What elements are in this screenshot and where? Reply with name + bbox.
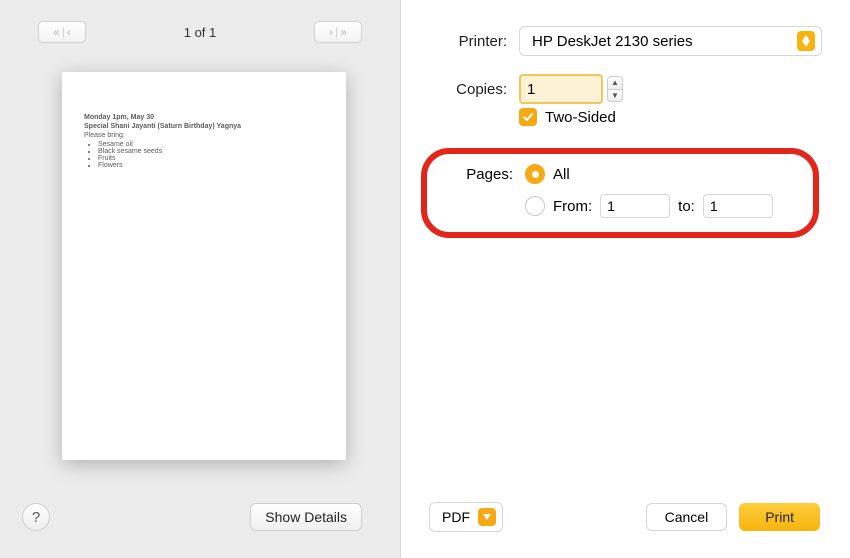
printer-label: Printer:	[429, 33, 507, 50]
preview-list-item: Black sesame seeds	[98, 148, 324, 155]
stepper-up-icon[interactable]: ▲	[607, 76, 623, 90]
preview-list-item: Flowers	[98, 162, 324, 169]
page-preview: Monday 1pm, May 30 Special Shani Jayanti…	[62, 72, 346, 460]
print-dialog: « | ‹ 1 of 1 › | » Monday 1pm, May 30 Sp…	[0, 0, 850, 558]
two-sided-label: Two-Sided	[545, 109, 616, 126]
show-details-button[interactable]: Show Details	[250, 503, 362, 531]
next-page-button[interactable]: › | »	[314, 21, 362, 43]
preview-list: Sesame oil Black sesame seeds Fruits Flo…	[98, 141, 324, 169]
prev-page-button[interactable]: « | ‹	[38, 21, 86, 43]
printer-select[interactable]: HP DeskJet 2130 series	[519, 26, 822, 56]
pages-options: All From: to:	[525, 164, 773, 218]
copies-stepper[interactable]: ▲ ▼	[607, 76, 623, 102]
preview-line-3: Please bring:	[84, 132, 324, 139]
options-pane: Printer: HP DeskJet 2130 series Copies: …	[400, 0, 850, 558]
pages-label: Pages:	[435, 164, 513, 183]
preview-nav: « | ‹ 1 of 1 › | »	[0, 0, 400, 48]
stepper-down-icon[interactable]: ▼	[607, 90, 623, 103]
pages-all-row: All	[525, 164, 773, 184]
two-sided-checkbox[interactable]	[519, 108, 537, 126]
printer-row: Printer: HP DeskJet 2130 series	[429, 26, 822, 56]
page-indicator: 1 of 1	[184, 25, 217, 40]
pages-all-radio[interactable]	[525, 164, 545, 184]
pages-range-row: From: to:	[525, 194, 773, 218]
preview-line-2: Special Shani Jayanti (Saturn Birthday) …	[84, 123, 324, 130]
preview-line-1: Monday 1pm, May 30	[84, 114, 324, 121]
chevron-right-icon: ›	[329, 26, 333, 38]
options-footer: PDF Cancel Print	[401, 494, 850, 558]
copies-input[interactable]	[519, 74, 603, 104]
pages-to-input[interactable]	[703, 194, 773, 218]
pages-from-label: From:	[553, 198, 592, 215]
pages-all-label: All	[553, 166, 570, 183]
preview-list-item: Sesame oil	[98, 141, 324, 148]
select-arrows-icon	[797, 31, 815, 51]
preview-list-item: Fruits	[98, 155, 324, 162]
check-icon	[522, 111, 534, 123]
cancel-label: Cancel	[665, 509, 709, 525]
cancel-button[interactable]: Cancel	[646, 503, 728, 531]
pdf-menu-button[interactable]: PDF	[429, 502, 503, 532]
pages-from-input[interactable]	[600, 194, 670, 218]
printer-value: HP DeskJet 2130 series	[532, 33, 693, 50]
chevron-left-icon: ‹	[67, 26, 71, 38]
copies-label: Copies:	[429, 81, 507, 98]
print-button[interactable]: Print	[739, 503, 820, 531]
help-icon: ?	[32, 509, 40, 526]
pages-to-label: to:	[678, 198, 695, 215]
help-button[interactable]: ?	[22, 503, 50, 531]
pdf-label: PDF	[442, 509, 470, 525]
pages-range-radio[interactable]	[525, 196, 545, 216]
two-sided-row: Two-Sided	[519, 108, 822, 126]
copies-row: Copies: ▲ ▼	[429, 74, 822, 104]
pages-highlight: Pages: All From: to:	[421, 148, 819, 238]
chevron-first-icon: «	[53, 26, 60, 38]
print-label: Print	[765, 509, 794, 525]
show-details-label: Show Details	[265, 509, 347, 525]
preview-pane: « | ‹ 1 of 1 › | » Monday 1pm, May 30 Sp…	[0, 0, 400, 558]
chevron-last-icon: »	[340, 26, 347, 38]
preview-footer: ? Show Details	[0, 494, 400, 558]
chevron-down-icon	[478, 508, 496, 526]
